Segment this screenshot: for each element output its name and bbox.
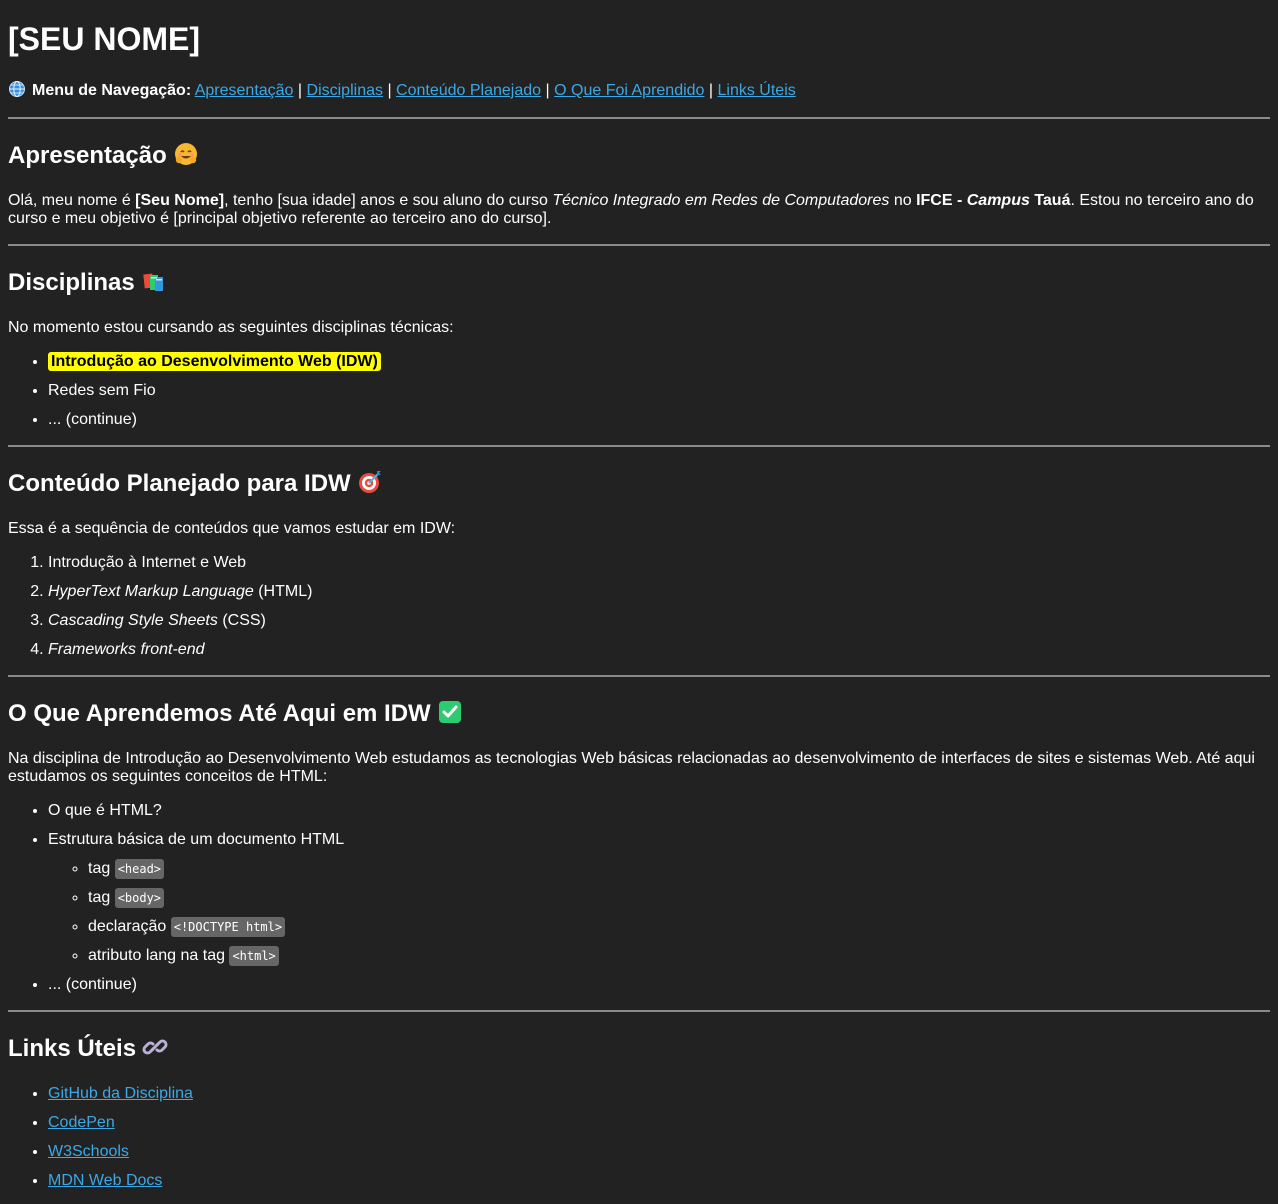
nav-separator: | [387,82,392,99]
list-item: tag <body> [88,888,1270,908]
section-o-que-aprendemos: O Que Aprendemos Até Aqui em IDW Na disc… [8,699,1270,994]
divider [8,445,1270,447]
nav-label: Menu de Navegação: [32,82,192,99]
divider [8,244,1270,246]
list-item: atributo lang na tag <html> [88,946,1270,966]
link-codepen[interactable]: CodePen [48,1114,115,1131]
section-apresentacao: Apresentação Olá, meu nome é [Seu Nome],… [8,141,1270,228]
section-disciplinas: Disciplinas No momento estou cursando as… [8,268,1270,429]
section-title-aprendido: O Que Aprendemos Até Aqui em IDW [8,699,1270,728]
institution-name: IFCE - Campus Tauá [916,192,1071,209]
page-title: [SEU NOME] [8,21,200,57]
section-title-apresentacao: Apresentação [8,141,1270,170]
disciplinas-intro: No momento estou cursando as seguintes d… [8,319,454,336]
section-links-uteis: Links Úteis GitHub da Disciplina CodePen… [8,1034,1270,1190]
section-title-text: Apresentação [8,142,167,169]
section-title-text: Conteúdo Planejado para IDW [8,470,351,497]
student-name: [Seu Nome] [135,192,225,209]
highlighted-discipline: Introdução ao Desenvolvimento Web (IDW) [48,352,381,371]
list-item: W3Schools [48,1143,1270,1161]
code-snippet: <!DOCTYPE html> [170,917,286,937]
links-list: GitHub da Disciplina CodePen W3Schools M… [8,1085,1270,1190]
section-title-text: O Que Aprendemos Até Aqui em IDW [8,700,431,727]
list-item: Redes sem Fio [48,382,1270,400]
disciplinas-list: Introdução ao Desenvolvimento Web (IDW) … [8,352,1270,429]
list-item: tag <head> [88,859,1270,879]
check-mark-emoji-icon [438,701,461,723]
nav-separator: | [708,82,714,99]
divider [8,117,1270,119]
link-mdn-web-docs[interactable]: MDN Web Docs [48,1172,162,1189]
course-name: Técnico Integrado em Redes de Computador… [552,192,890,209]
list-item: HyperText Markup Language (HTML) [48,583,1270,601]
aprendido-intro: Na disciplina de Introdução ao Desenvolv… [8,750,1255,785]
link-w3schools[interactable]: W3Schools [48,1143,129,1160]
books-emoji-icon [143,273,163,291]
navigation-menu: Menu de Navegação: Apresentação | Discip… [8,80,1270,101]
list-item: ... (continue) [48,411,1270,429]
list-item: GitHub da Disciplina [48,1085,1270,1103]
list-item: MDN Web Docs [48,1172,1270,1190]
section-title-disciplinas: Disciplinas [8,268,1270,297]
conteudo-intro: Essa é a sequência de conteúdos que vamo… [8,520,456,537]
globe-icon [9,81,25,97]
page: [SEU NOME] Menu de Navegação: Apresentaç… [0,21,1278,1190]
list-item: Introdução ao Desenvolvimento Web (IDW) [48,352,1270,371]
list-item: CodePen [48,1114,1270,1132]
hugging-face-emoji-icon [174,143,197,165]
section-title-text: Links Úteis [8,1035,137,1062]
target-emoji-icon [358,471,381,493]
list-item: Cascading Style Sheets (CSS) [48,612,1270,630]
list-item: ... (continue) [48,976,1270,994]
section-title-conteudo: Conteúdo Planejado para IDW [8,469,1270,498]
code-snippet: <body> [114,888,165,908]
list-item: declaração <!DOCTYPE html> [88,917,1270,937]
nav-link-o-que-foi-aprendido[interactable]: O Que Foi Aprendido [554,82,704,99]
link-github-disciplina[interactable]: GitHub da Disciplina [48,1085,193,1102]
code-snippet: <head> [114,859,165,879]
section-title-links: Links Úteis [8,1034,1270,1063]
nav-separator: | [545,82,550,99]
nav-link-conteudo-planejado[interactable]: Conteúdo Planejado [396,82,541,99]
list-item: Frameworks front-end [48,641,1270,659]
section-title-text: Disciplinas [8,269,135,296]
apresentacao-paragraph: Olá, meu nome é [Seu Nome], tenho [sua i… [8,192,1254,227]
nav-link-apresentacao[interactable]: Apresentação [195,82,294,99]
divider [8,1010,1270,1012]
nav-link-links-uteis[interactable]: Links Úteis [718,82,796,99]
code-snippet: <html> [229,946,279,966]
conteudo-list: Introdução à Internet e Web HyperText Ma… [8,554,1270,659]
aprendido-list: O que é HTML? Estrutura básica de um doc… [8,802,1270,994]
divider [8,675,1270,677]
list-item: O que é HTML? [48,802,1270,820]
nav-link-disciplinas[interactable]: Disciplinas [307,82,383,99]
html-structure-sublist: tag <head> tag <body> declaração <!DOCTY… [48,859,1270,966]
list-item: Estrutura básica de um documento HTML ta… [48,831,1270,966]
link-emoji-icon [142,1039,168,1055]
section-conteudo-planejado: Conteúdo Planejado para IDW Essa é a seq… [8,469,1270,659]
list-item: Introdução à Internet e Web [48,554,1270,572]
nav-separator: | [297,82,303,99]
